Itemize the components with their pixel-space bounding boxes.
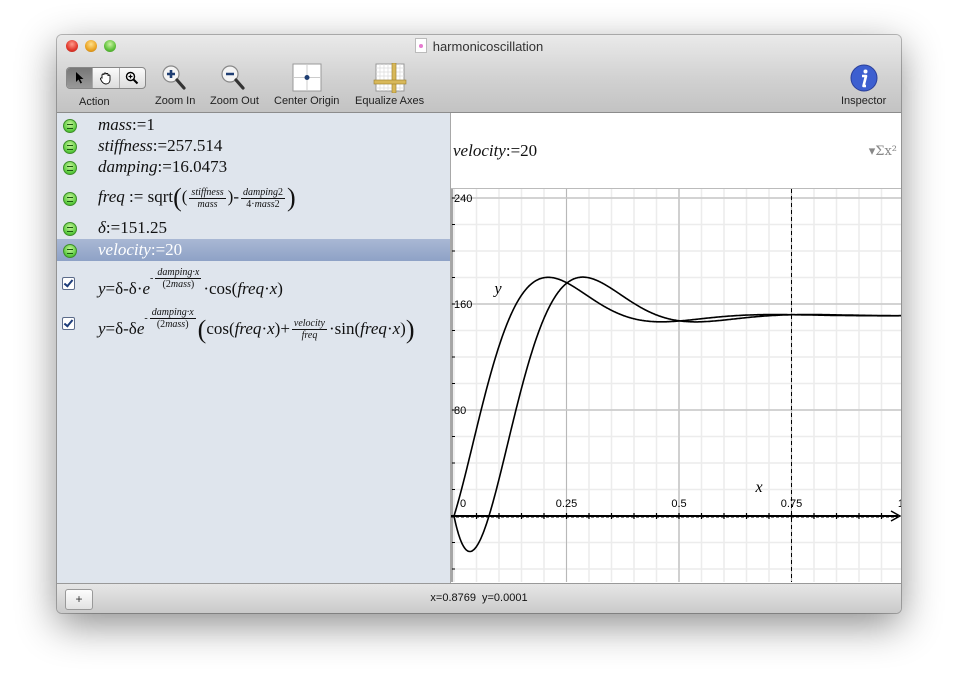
var-value: 16.0473 — [171, 157, 228, 176]
var-name: velocity — [98, 240, 151, 259]
window-title-text: harmonicoscillation — [432, 39, 544, 54]
center-origin-label: Center Origin — [274, 95, 340, 107]
action-segmented-control[interactable] — [66, 67, 146, 89]
document-icon — [414, 38, 427, 53]
equalize-axes-label: Equalize Axes — [355, 95, 425, 107]
zoom-lens-icon[interactable] — [120, 68, 145, 88]
zoom-out-button[interactable]: Zoom Out — [210, 63, 259, 107]
equation-visible-checkbox[interactable] — [62, 317, 75, 330]
var-value: 1 — [146, 115, 155, 134]
toolbar: harmonicoscillation Action Zoom In Zoom … — [57, 35, 901, 113]
equation-1-formula: y=δ-δ·e-damping·x (2mass) ·cos(freq·x) — [98, 267, 283, 298]
x-tick-label: 0 — [460, 498, 466, 510]
center-origin-button[interactable]: Center Origin — [274, 63, 339, 107]
definition-status-icon[interactable] — [63, 244, 77, 258]
assign-op: := — [150, 240, 166, 259]
definition-row-freq[interactable]: freq := sqrt((stiffness mass)- damping2 4·m… — [57, 179, 450, 217]
graph-pane: velocity:=20 ▾Σx² 0 0.25 0.5 0.75 1 80 160 240 x… — [451, 113, 901, 583]
definition-status-icon[interactable] — [63, 119, 77, 133]
freq-formula: freq := sqrt((stiffness mass)- damping2 4·m… — [98, 183, 296, 212]
x-tick-label: 0.25 — [556, 498, 577, 510]
var-name: δ — [98, 218, 106, 237]
var-name: stiffness — [98, 136, 153, 155]
arrow-pointer-icon[interactable] — [67, 68, 94, 88]
sigma-x-squared-icon[interactable]: ▾Σx² — [869, 144, 897, 159]
definition-row-velocity[interactable]: velocity:=20 — [57, 239, 450, 261]
inspector-label: Inspector — [841, 95, 887, 107]
equalize-axes-icon — [373, 62, 406, 94]
y-readout: y=0.0001 — [482, 592, 528, 604]
var-name: damping — [98, 157, 158, 176]
window-title: harmonicoscillation — [57, 38, 901, 54]
x-tick-label: 0.5 — [671, 498, 686, 510]
definition-status-icon[interactable] — [63, 161, 77, 175]
equation-list[interactable]: mass:=1 stiffness:=257.514 damping:=16.0… — [57, 113, 451, 583]
inspector-button[interactable]: Inspector — [841, 63, 886, 107]
var-value: 257.514 — [167, 136, 223, 155]
y-tick-label: 80 — [454, 405, 466, 417]
hand-icon[interactable] — [93, 68, 120, 88]
zoom-in-label: Zoom In — [155, 95, 196, 107]
expression-editor-text[interactable]: velocity:=20 — [453, 141, 537, 161]
equation-2-formula: y=δ-δe-damping·x (2mass) (cos(freq·x)+ velo… — [98, 307, 415, 344]
definition-row-delta[interactable]: δ:=151.25 — [57, 218, 450, 238]
action-label: Action — [79, 96, 110, 108]
equation-row-1[interactable]: y=δ-δ·e-damping·x (2mass) ·cos(freq·x) — [57, 263, 450, 303]
definition-status-icon[interactable] — [63, 192, 77, 206]
definition-status-icon[interactable] — [63, 140, 77, 154]
var-name: mass — [98, 115, 133, 134]
x-readout: x=0.8769 — [430, 592, 476, 604]
zoom-out-icon — [221, 65, 246, 90]
zoom-out-label: Zoom Out — [210, 95, 259, 107]
definition-status-icon[interactable] — [63, 222, 77, 236]
assign-op: := — [152, 136, 168, 155]
y-tick-label: 240 — [454, 193, 472, 205]
definition-row-stiffness[interactable]: stiffness:=257.514 — [57, 136, 450, 156]
equalize-axes-button[interactable]: Equalize Axes — [355, 62, 425, 107]
x-tick-label: 0.75 — [781, 498, 802, 510]
zoom-in-button[interactable]: Zoom In — [155, 63, 195, 107]
graph-canvas[interactable]: 0 0.25 0.5 0.75 1 80 160 240 x y — [451, 189, 901, 582]
app-window: harmonicoscillation Action Zoom In Zoom … — [57, 35, 901, 613]
x-tick-label: 1 — [898, 498, 901, 510]
var-value: 20 — [165, 240, 183, 259]
assign-op: := — [157, 157, 172, 176]
equation-visible-checkbox[interactable] — [62, 277, 75, 290]
info-icon — [850, 64, 878, 92]
equation-row-2[interactable]: y=δ-δe-damping·x (2mass) (cos(freq·x)+ velo… — [57, 303, 450, 344]
x-axis-label: x — [755, 479, 763, 496]
assign-op: := — [132, 115, 147, 134]
zoom-in-icon — [162, 65, 186, 90]
y-axis-label: y — [493, 280, 503, 297]
definition-row-damping[interactable]: damping:=16.0473 — [57, 157, 450, 177]
assign-op: := — [105, 218, 121, 237]
y-tick-label: 160 — [454, 299, 472, 311]
var-value: 151.25 — [120, 218, 167, 237]
cursor-coordinates: x=0.8769 y=0.0001 — [57, 592, 901, 604]
expression-editor[interactable]: velocity:=20 ▾Σx² — [451, 113, 901, 189]
definition-row-mass[interactable]: mass:=1 — [57, 115, 450, 135]
center-origin-icon — [292, 63, 322, 92]
status-bar: + x=0.8769 y=0.0001 — [57, 583, 901, 613]
